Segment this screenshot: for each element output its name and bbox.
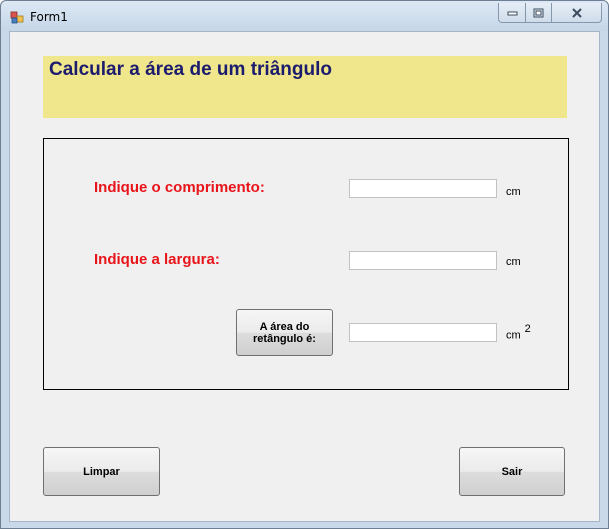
minimize-button[interactable]: [499, 3, 526, 22]
input-panel: Indique o comprimento: cm Indique a larg…: [43, 138, 569, 390]
page-title: Calcular a área de um triângulo: [49, 59, 332, 80]
width-label: Indique a largura:: [94, 251, 220, 268]
clear-button[interactable]: Limpar: [43, 447, 160, 496]
calculate-area-button-label: A área do retângulo é:: [253, 320, 316, 345]
close-button[interactable]: [552, 3, 601, 22]
area-unit-text: cm: [506, 329, 521, 342]
width-input[interactable]: [349, 251, 497, 270]
window-title: Form1: [30, 10, 68, 24]
area-result-field[interactable]: [349, 323, 497, 342]
client-area: Calcular a área de um triângulo Indique …: [9, 31, 600, 522]
form1-window: Form1 Calcular a área de um triângulo In…: [0, 0, 609, 529]
length-label: Indique o comprimento:: [94, 179, 265, 196]
area-unit: cm2: [506, 323, 531, 342]
length-unit: cm: [506, 186, 521, 198]
window-controls: [498, 3, 602, 23]
area-unit-exponent: 2: [524, 323, 531, 335]
maximize-button[interactable]: [526, 3, 552, 22]
form-app-icon: [10, 11, 24, 24]
close-icon: [571, 7, 582, 18]
maximize-icon: [533, 8, 544, 17]
calculate-area-button[interactable]: A área do retângulo é:: [236, 309, 333, 356]
length-input[interactable]: [349, 179, 497, 198]
width-unit: cm: [506, 256, 521, 268]
minimize-icon: [507, 11, 517, 15]
exit-button[interactable]: Sair: [459, 447, 565, 496]
header-panel: Calcular a área de um triângulo: [43, 56, 567, 118]
title-bar[interactable]: Form1: [1, 1, 608, 31]
